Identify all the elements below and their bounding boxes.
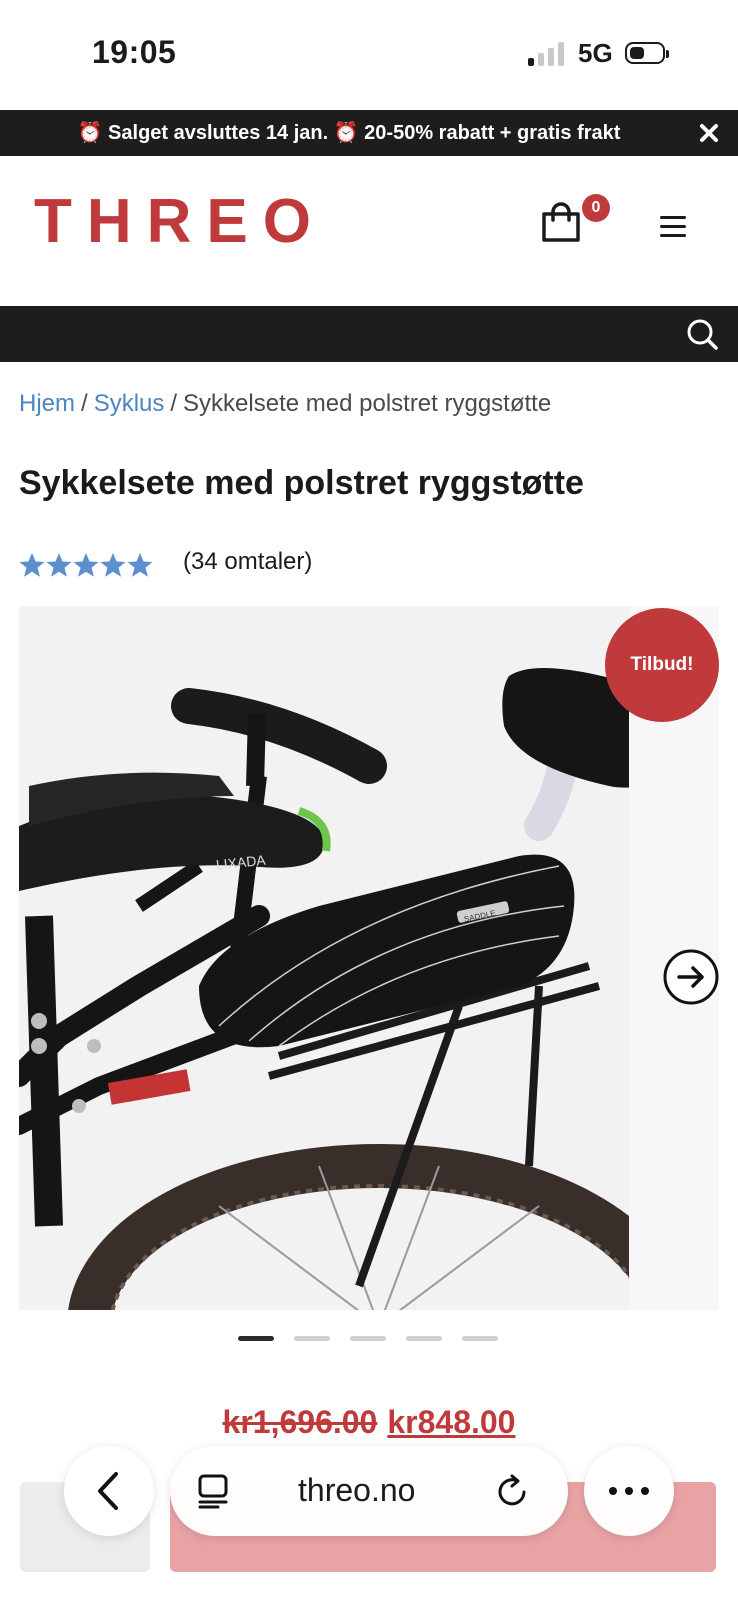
network-type: 5G [578,38,613,68]
product-gallery[interactable]: LIXADA SADDLE [19,606,719,1310]
reload-icon[interactable] [494,1472,532,1510]
more-options-icon[interactable] [584,1446,674,1536]
sale-price: kr848.00 [387,1404,516,1440]
gallery-next-arrow-icon[interactable] [662,948,720,1006]
close-icon[interactable] [694,118,724,148]
breadcrumb-current: Sykkelsete med polstret ryggstøtte [183,390,552,417]
status-bar: 19:05 5G [0,0,738,110]
cellular-signal-icon [528,42,566,66]
product-rating[interactable]: (34 omtaler) [19,548,659,582]
battery-icon [625,42,671,66]
sale-badge: Tilbud! [605,608,719,722]
star-rating-icons [19,553,153,577]
gallery-dot[interactable] [294,1336,330,1341]
gallery-dot[interactable] [350,1336,386,1341]
browser-url[interactable]: threo.no [298,1472,415,1509]
review-count[interactable]: (34 omtaler) [183,548,312,576]
gallery-dot[interactable] [406,1336,442,1341]
browser-address-bar[interactable]: threo.no [170,1446,568,1536]
browser-back-button[interactable] [64,1446,154,1536]
breadcrumb: Hjem / Syklus / Sykkelsete med polstret rygg… [19,390,551,418]
breadcrumb-home[interactable]: Hjem [19,390,75,417]
gallery-pagination [238,1336,502,1342]
status-time: 19:05 [92,34,177,70]
chevron-left-icon [98,1472,118,1510]
price-row: kr1,696.00 kr848.00 [0,1404,738,1441]
promo-text: ⏰ Salget avsluttes 14 jan. ⏰ 20-50% raba… [77,122,621,144]
gallery-dot[interactable] [462,1336,498,1341]
site-header: THREO 0 [0,156,738,306]
cart-count-badge: 0 [582,194,610,222]
gallery-dot[interactable] [238,1336,274,1341]
tabs-icon[interactable] [196,1472,232,1510]
hamburger-menu-icon[interactable] [660,216,686,238]
cart-icon[interactable] [538,200,584,246]
old-price: kr1,696.00 [222,1404,378,1440]
promo-banner: ⏰ Salget avsluttes 14 jan. ⏰ 20-50% raba… [0,110,738,156]
breadcrumb-separator: / [81,390,88,417]
product-title: Sykkelsete med polstret ryggstøtte [19,464,584,502]
product-image: LIXADA SADDLE [19,606,629,1310]
site-logo[interactable]: THREO [34,186,326,257]
breadcrumb-category[interactable]: Syklus [94,390,165,417]
search-bar [0,306,738,362]
browser-toolbar: threo.no [0,1440,738,1600]
breadcrumb-separator: / [170,390,178,417]
search-icon[interactable] [684,316,720,352]
